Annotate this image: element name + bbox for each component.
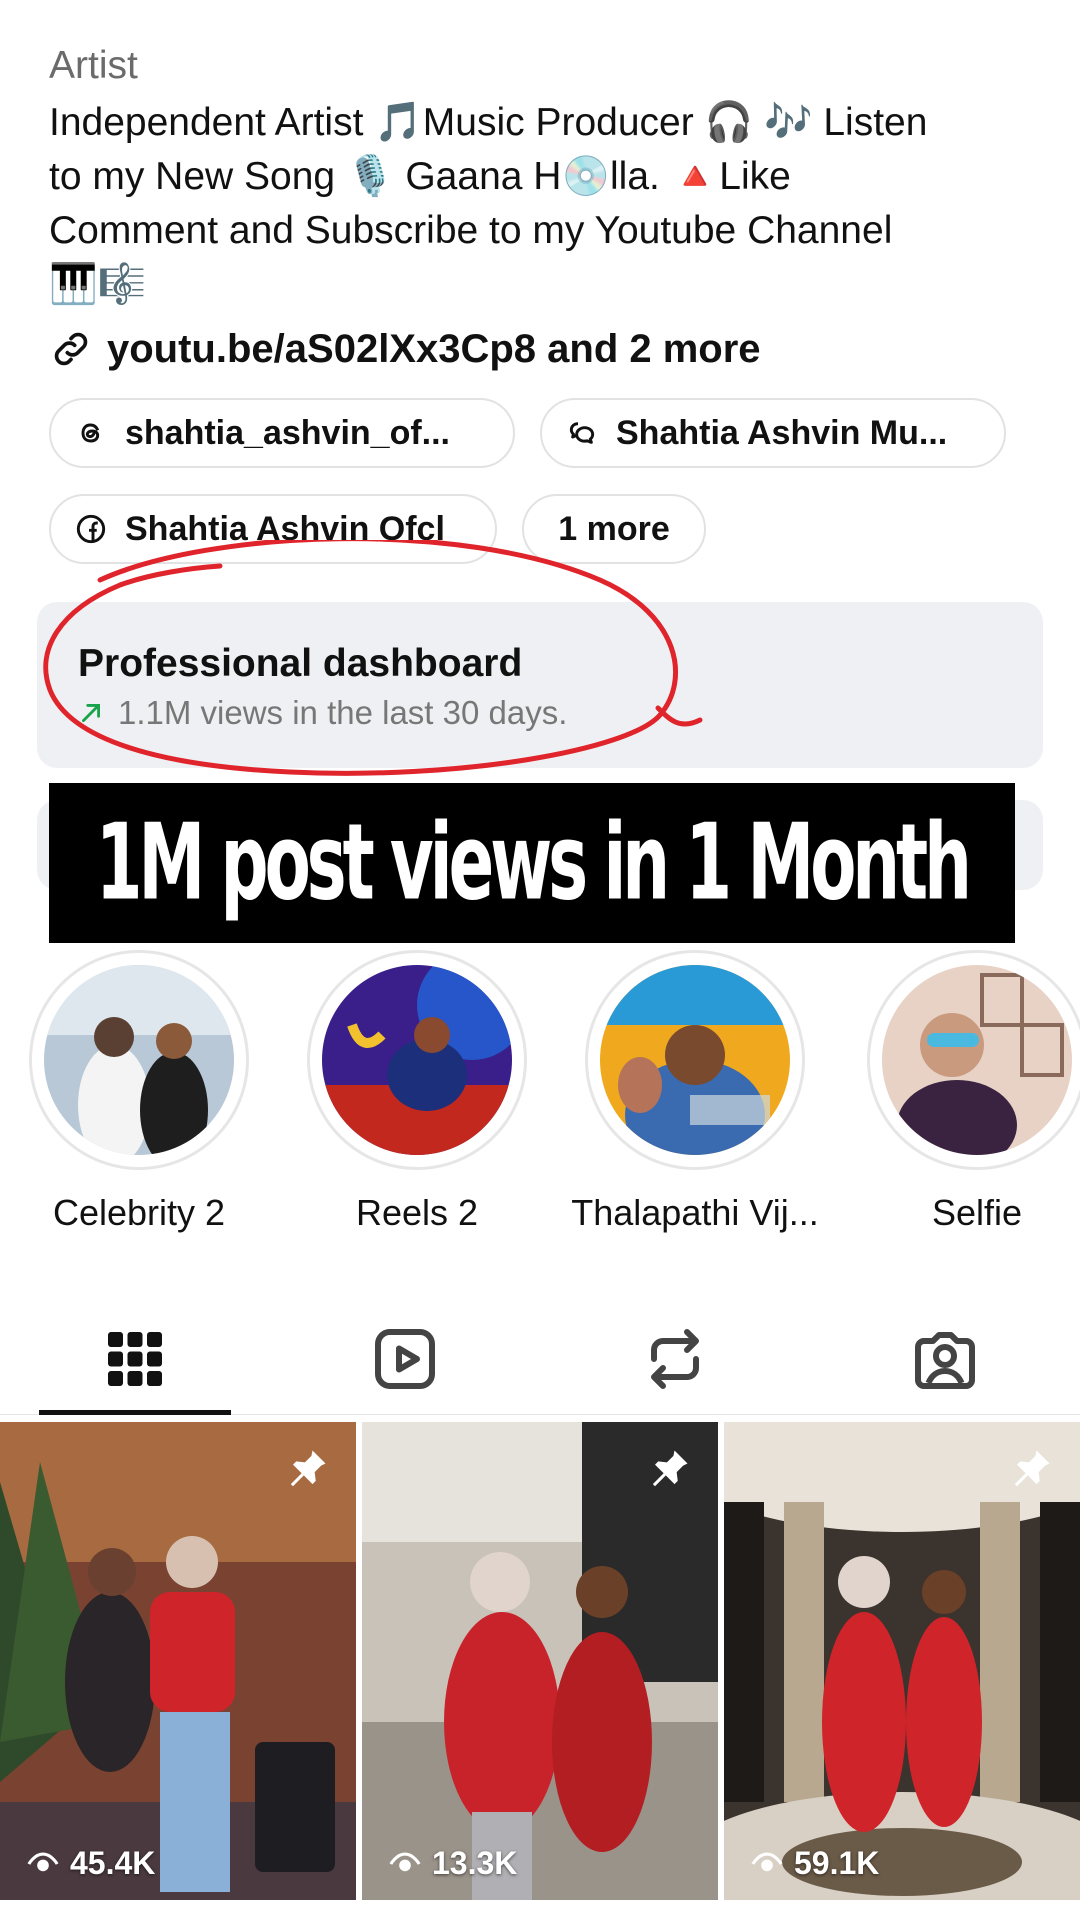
story-highlights[interactable]: Celebrity 2 Reels 2 Thalapathi Vij... Se… (0, 950, 1080, 1233)
post-thumbnail[interactable]: 59.1K (724, 1422, 1080, 1900)
banner-text: 1M post views in 1 Month (95, 802, 972, 924)
post-thumbnail[interactable]: 13.3K (362, 1422, 718, 1900)
facebook-chip[interactable]: Shahtia Ashvin Ofcl (49, 494, 497, 564)
channel-chip[interactable]: Shahtia Ashvin Mu... (540, 398, 1006, 468)
highlight-item[interactable]: Selfie (852, 950, 1080, 1234)
highlight-ring (29, 950, 249, 1170)
highlight-cover (600, 965, 790, 1155)
highlight-label: Celebrity 2 (52, 1192, 226, 1233)
tab-tagged[interactable] (810, 1300, 1080, 1418)
posts-grid: 45.4K 13.3K 59.1K (0, 1422, 1080, 1900)
tagged-icon (915, 1332, 975, 1389)
more-links-chip[interactable]: 1 more (522, 494, 706, 564)
chip-label: Shahtia Ashvin Ofcl (125, 509, 445, 548)
dashboard-subtitle: 1.1M views in the last 30 days. (78, 694, 567, 732)
grid-icon (108, 1332, 162, 1386)
chip-label: Shahtia Ashvin Mu... (616, 413, 948, 452)
highlight-cover (44, 965, 234, 1155)
profile-tabs (0, 1300, 1080, 1418)
highlight-item[interactable]: Celebrity 2 (14, 950, 264, 1234)
highlight-ring (585, 950, 805, 1170)
profile-bio: Independent Artist 🎵Music Producer 🎧 🎶 L… (49, 96, 1049, 312)
chat-icon (569, 422, 595, 444)
reels-icon (375, 1329, 435, 1389)
threads-chip[interactable]: shahtia_ashvin_of... (49, 398, 515, 468)
view-count: 45.4K (26, 1845, 155, 1882)
highlight-label: Reels 2 (355, 1192, 479, 1233)
tab-posts[interactable] (0, 1300, 270, 1418)
post-thumbnail[interactable]: 45.4K (0, 1422, 356, 1900)
view-count: 59.1K (750, 1845, 879, 1882)
eye-icon (389, 1852, 421, 1871)
highlight-ring (867, 950, 1080, 1170)
highlight-cover (882, 965, 1072, 1155)
view-count-text: 13.3K (432, 1845, 518, 1881)
view-count-text: 59.1K (794, 1845, 880, 1881)
professional-dashboard[interactable]: Professional dashboard 1.1M views in the… (37, 602, 1043, 768)
facebook-icon (76, 514, 106, 544)
pin-icon (290, 1450, 326, 1487)
chip-label: 1 more (558, 509, 670, 548)
bio-line: Independent Artist 🎵Music Producer 🎧 🎶 L… (49, 101, 928, 144)
highlight-item[interactable]: Thalapathi Vij... (570, 950, 820, 1234)
highlight-ring (307, 950, 527, 1170)
highlight-item[interactable]: Reels 2 (292, 950, 542, 1234)
bio-line: 🎹🎼 (49, 263, 147, 306)
dashboard-title: Professional dashboard (78, 642, 523, 685)
profile-link[interactable]: youtu.be/aS02lXx3Cp8 and 2 more (49, 322, 761, 376)
trend-up-icon (82, 704, 100, 722)
bio-line: to my New Song 🎙️ Gaana H💿lla. 🔺Like (49, 155, 791, 198)
profile-link-text: youtu.be/aS02lXx3Cp8 and 2 more (107, 326, 761, 371)
active-tab-indicator (39, 1410, 231, 1415)
reposts-icon (651, 1329, 699, 1389)
tab-reposts[interactable] (540, 1300, 810, 1418)
view-count-text: 45.4K (70, 1845, 156, 1881)
pin-icon (652, 1450, 688, 1487)
tab-reels[interactable] (270, 1300, 540, 1418)
chip-label: shahtia_ashvin_of... (125, 413, 450, 452)
link-icon (54, 332, 88, 366)
bio-line: Comment and Subscribe to my Youtube Chan… (49, 209, 893, 252)
caption-banner: 1M post views in 1 Month (49, 783, 1015, 943)
highlight-label: Selfie (931, 1192, 1023, 1233)
threads-icon (81, 423, 100, 443)
pin-icon (1014, 1450, 1050, 1487)
profile-category: Artist (49, 44, 138, 87)
eye-icon (751, 1852, 783, 1871)
highlight-cover (322, 965, 512, 1155)
highlight-label: Thalapathi Vij... (571, 1192, 819, 1233)
dashboard-stat: 1.1M views in the last 30 days. (118, 694, 568, 731)
view-count: 13.3K (388, 1845, 517, 1882)
eye-icon (27, 1852, 59, 1871)
